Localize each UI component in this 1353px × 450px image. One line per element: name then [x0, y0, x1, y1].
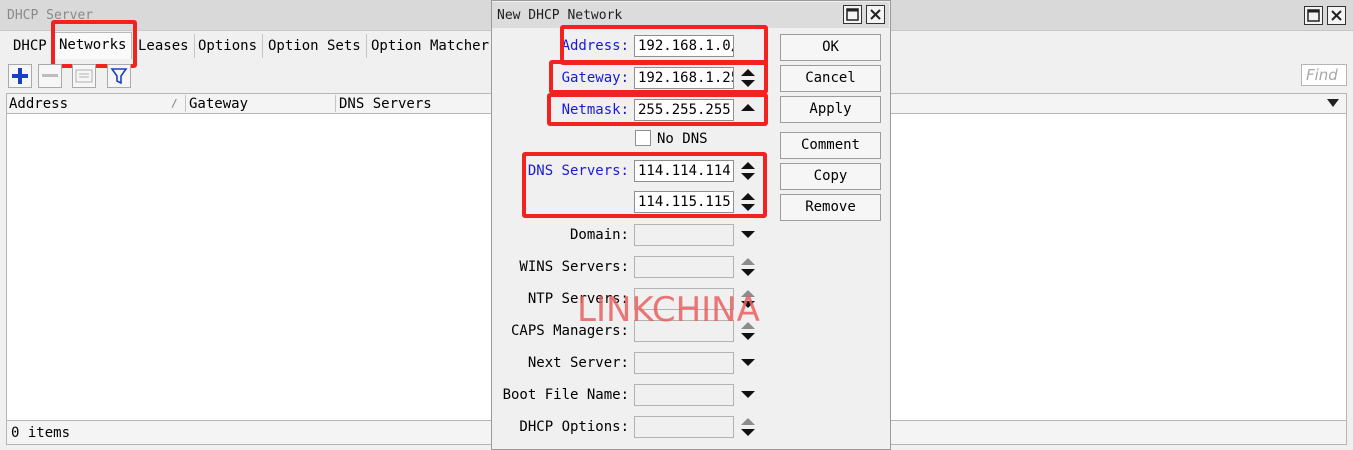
down-arrow-icon — [741, 359, 755, 366]
next-server-label: Next Server: — [527, 355, 629, 371]
comment-button[interactable]: Comment — [780, 132, 881, 159]
tab-options[interactable]: Options — [193, 34, 264, 58]
next-server-input[interactable] — [634, 352, 734, 374]
boot-file-name-toggle[interactable] — [739, 384, 757, 406]
ok-button[interactable]: OK — [780, 34, 881, 61]
copy-button[interactable]: Copy — [780, 163, 881, 190]
dns-servers-highlight — [522, 152, 767, 218]
boot-file-name-label: Boot File Name: — [502, 387, 629, 403]
dialog-maximize-button[interactable] — [843, 5, 862, 24]
domain-label: Domain: — [569, 227, 629, 243]
apply-button[interactable]: Apply — [780, 96, 881, 123]
maximize-button[interactable] — [1304, 6, 1323, 25]
minus-icon — [42, 74, 58, 77]
comment-button[interactable] — [72, 64, 96, 88]
boot-file-name-input[interactable] — [634, 384, 734, 406]
close-icon — [1331, 10, 1342, 21]
note-icon — [75, 69, 93, 83]
up-down-arrows-icon — [741, 418, 755, 436]
sort-indicator: / — [171, 97, 178, 110]
tab-dhcp[interactable]: DHCP — [8, 34, 53, 58]
dialog-title: New DHCP Network — [497, 8, 623, 23]
no-dns-label: No DNS — [657, 131, 708, 147]
wins-servers-label: WINS Servers: — [519, 259, 629, 275]
down-arrow-icon — [741, 231, 755, 238]
no-dns-checkbox[interactable] — [635, 130, 651, 146]
column-dns-servers[interactable]: DNS Servers — [339, 96, 432, 112]
wins-servers-add-remove[interactable] — [739, 256, 757, 278]
gateway-highlight — [549, 60, 768, 94]
dialog-close-button[interactable] — [866, 5, 885, 24]
maximize-icon — [1307, 9, 1320, 22]
add-button[interactable] — [8, 64, 32, 88]
remove-button[interactable] — [38, 64, 62, 88]
dhcp-options-label: DHCP Options: — [519, 419, 629, 435]
maximize-icon — [846, 8, 859, 21]
domain-toggle[interactable] — [739, 224, 757, 246]
next-server-toggle[interactable] — [739, 352, 757, 374]
dhcp-options-add-remove[interactable] — [739, 416, 757, 438]
domain-input[interactable] — [634, 224, 734, 246]
address-highlight — [560, 25, 768, 65]
remove-button[interactable]: Remove — [780, 194, 881, 221]
item-count: 0 items — [11, 425, 71, 441]
filter-icon — [110, 68, 128, 85]
column-address[interactable]: Address — [9, 96, 68, 112]
chevron-down-icon — [1327, 99, 1339, 107]
networks-tab-highlight — [51, 20, 137, 68]
column-separator — [185, 95, 186, 112]
up-down-arrows-icon — [741, 258, 755, 276]
cancel-button[interactable]: Cancel — [780, 65, 881, 92]
find-input[interactable]: Find — [1301, 64, 1347, 86]
column-gateway[interactable]: Gateway — [189, 96, 248, 112]
watermark: LINKCHINA — [577, 290, 760, 330]
close-button[interactable] — [1327, 6, 1346, 25]
tab-option-sets[interactable]: Option Sets — [263, 34, 367, 58]
netmask-highlight — [547, 93, 768, 126]
column-menu-button[interactable] — [1325, 96, 1341, 114]
column-separator — [335, 95, 336, 112]
plus-icon — [12, 68, 28, 84]
wins-servers-input[interactable] — [634, 256, 734, 278]
down-arrow-icon — [741, 391, 755, 398]
filter-button[interactable] — [107, 64, 131, 88]
dhcp-options-input[interactable] — [634, 416, 734, 438]
tab-leases[interactable]: Leases — [133, 34, 195, 58]
close-icon — [870, 9, 881, 20]
